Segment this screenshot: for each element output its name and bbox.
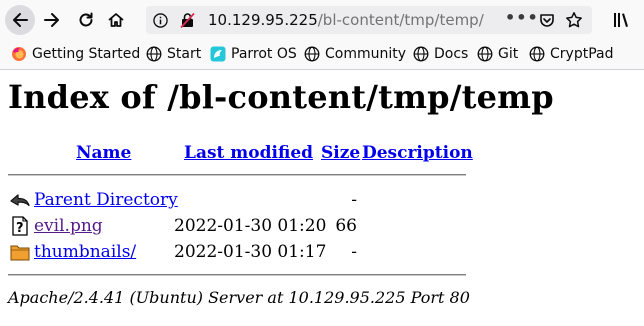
bookmark-label: Start	[167, 46, 202, 62]
forward-button[interactable]	[37, 5, 67, 35]
firefox-icon	[12, 47, 26, 61]
unknown-file-icon: ?	[12, 216, 28, 236]
url-bar[interactable]: 10.129.95.225/bl-content/tmp/temp/ •••	[146, 6, 592, 34]
globe-icon	[413, 46, 429, 62]
column-header-last-modified[interactable]: Last modified	[184, 143, 313, 163]
globe-icon	[529, 46, 545, 62]
url-path: /bl-content/tmp/temp/	[317, 11, 484, 29]
pocket-icon[interactable]	[539, 12, 555, 28]
page-actions-button[interactable]: •••	[505, 8, 539, 27]
link-thumbnails[interactable]: thumbnails/	[34, 242, 136, 262]
back-arrow-icon	[10, 194, 30, 207]
bookmark-star-icon[interactable]	[565, 11, 583, 29]
link-evil-png[interactable]: evil.png	[34, 216, 103, 236]
footer-divider	[8, 274, 466, 276]
link-parent-directory[interactable]: Parent Directory	[34, 190, 178, 210]
server-signature: Apache/2.4.41 (Ubuntu) Server at 10.129.…	[8, 288, 470, 307]
bookmark-docs[interactable]: Docs	[413, 45, 468, 63]
reload-button[interactable]	[71, 5, 101, 35]
globe-icon	[146, 46, 162, 62]
browser-toolbar: 10.129.95.225/bl-content/tmp/temp/ •••	[0, 0, 644, 40]
bookmark-label: Getting Started	[32, 46, 141, 62]
info-icon[interactable]	[153, 13, 168, 28]
bookmark-label: CryptPad	[550, 46, 614, 62]
bookmark-label: Parrot OS	[231, 46, 297, 62]
bookmarks-toolbar: Getting Started Start Parrot OS Communit…	[0, 40, 644, 70]
bookmark-parrot-os[interactable]: Parrot OS	[210, 45, 297, 63]
globe-icon	[304, 46, 320, 62]
url-host: 10.129.95.225	[208, 11, 318, 29]
file-size: -	[351, 242, 357, 262]
parrot-icon	[210, 46, 226, 62]
bookmark-label: Git	[498, 46, 519, 62]
column-header-size[interactable]: Size	[321, 143, 360, 163]
folder-icon	[10, 245, 30, 261]
insecure-lock-icon[interactable]	[179, 12, 196, 29]
library-icon[interactable]	[612, 11, 630, 29]
bookmark-label: Community	[325, 46, 407, 62]
bookmark-cryptpad[interactable]: CryptPad	[529, 45, 613, 63]
file-size: 66	[335, 216, 357, 236]
header-divider	[8, 174, 466, 176]
back-button[interactable]	[5, 5, 35, 35]
bookmark-label: Docs	[434, 46, 469, 62]
home-icon	[108, 13, 124, 27]
bookmark-getting-started[interactable]: Getting Started	[11, 45, 140, 63]
file-date: 2022-01-30 01:20	[174, 216, 327, 236]
file-date: 2022-01-30 01:17	[174, 242, 327, 262]
bookmark-start[interactable]: Start	[146, 45, 201, 63]
bookmark-community[interactable]: Community	[304, 45, 406, 63]
column-header-description[interactable]: Description	[362, 143, 473, 163]
reload-icon	[79, 12, 93, 27]
home-button[interactable]	[101, 5, 131, 35]
bookmark-git[interactable]: Git	[477, 45, 518, 63]
file-size: -	[351, 190, 357, 210]
svg-text:?: ?	[16, 221, 24, 236]
url-text[interactable]: 10.129.95.225/bl-content/tmp/temp/	[208, 10, 484, 30]
column-header-name[interactable]: Name	[76, 143, 131, 163]
arrow-left-icon	[13, 13, 28, 27]
page-content: Index of /bl-content/tmp/temp Name Last …	[0, 70, 644, 326]
page-title: Index of /bl-content/tmp/temp	[8, 78, 554, 116]
globe-icon	[477, 46, 493, 62]
arrow-right-icon	[44, 13, 59, 27]
